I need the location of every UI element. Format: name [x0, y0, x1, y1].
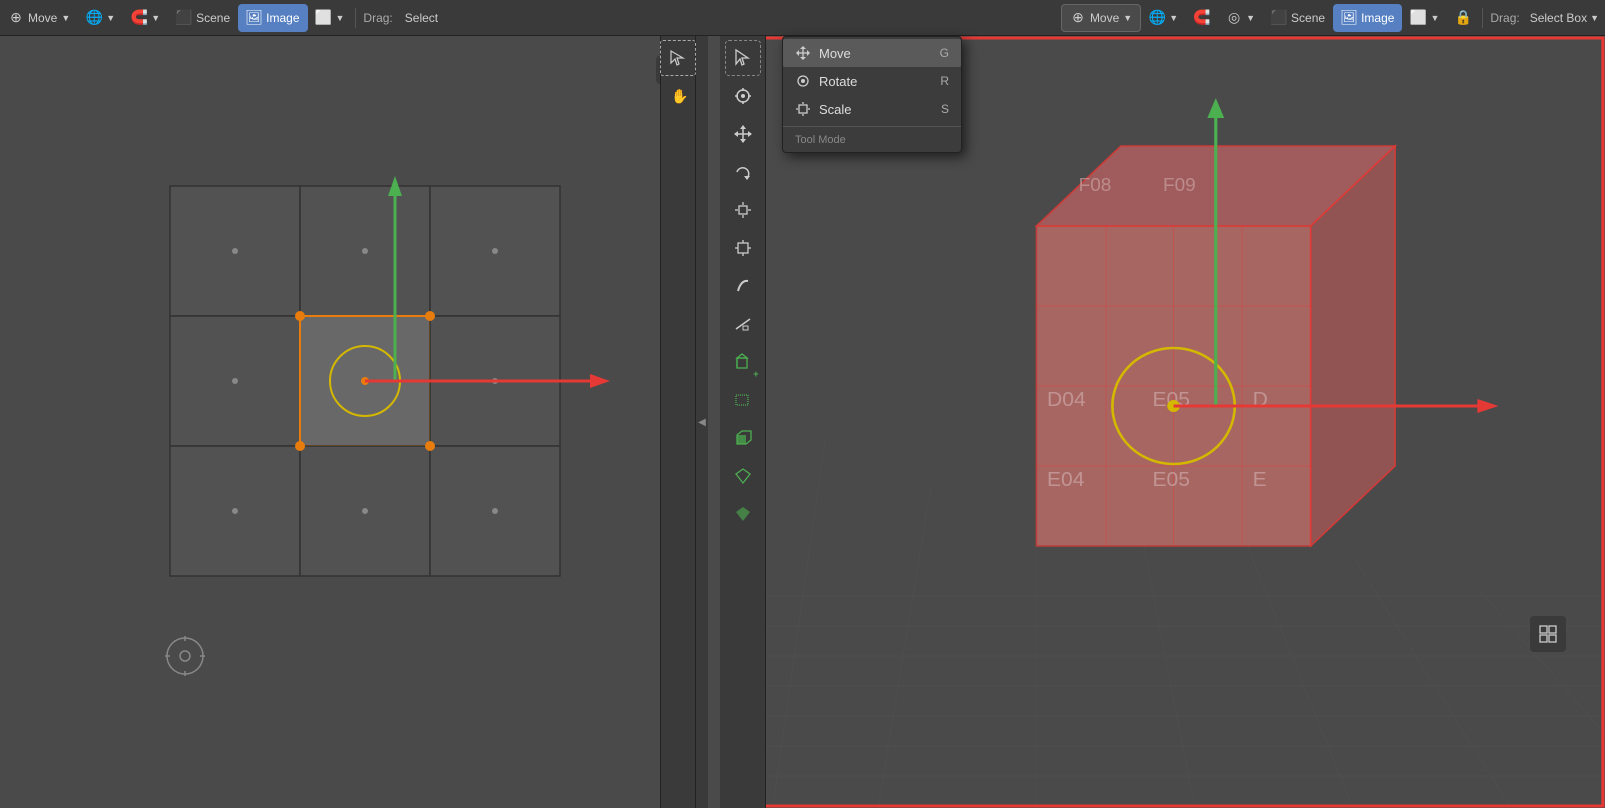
move-dropdown-right[interactable]: ⊕ Move ▼ [1061, 4, 1141, 32]
scale-tool-btn[interactable] [725, 192, 761, 228]
chevron-proportional-right: ▼ [1246, 13, 1255, 23]
proprtional-btn-right[interactable]: ◎ ▼ [1218, 4, 1263, 32]
box-select-tool-btn[interactable] [725, 382, 761, 418]
scene-icon-left: ⬛ [176, 10, 192, 26]
select-label-left: Select [405, 11, 438, 25]
overlay-btn-left[interactable]: ⬜ ▼ [308, 4, 353, 32]
image-icon-left: 🖼 [246, 10, 262, 26]
svg-text:E: E [1253, 468, 1267, 490]
chevron-down-icon-globe-right: ▼ [1169, 13, 1178, 23]
select-btn-left[interactable]: Select [397, 4, 446, 32]
global-mode-right[interactable]: 🌐 ▼ [1141, 4, 1186, 32]
left-viewport: + [0, 36, 720, 808]
svg-text:D: D [1253, 388, 1268, 410]
separator-2 [1482, 8, 1483, 28]
side-toolbar: + [720, 36, 766, 808]
svg-text:E05: E05 [1152, 468, 1190, 490]
dropdown-rotate-shortcut: R [940, 74, 949, 88]
chevron-down-icon-snap-left: ▼ [151, 13, 160, 23]
snap-btn-left[interactable]: 🧲 ▼ [123, 4, 168, 32]
overlay-icon-right: ⬜ [1410, 10, 1426, 26]
move-dropdown-left[interactable]: ⊕ Move ▼ [0, 4, 78, 32]
lock-icon-right: 🔒 [1455, 10, 1471, 26]
proportional-icon-right: ◎ [1226, 10, 1242, 26]
globe-icon-left: 🌐 [86, 10, 102, 26]
dropdown-rotate-item[interactable]: Rotate R [783, 67, 961, 95]
snap-btn-right[interactable]: 🧲 [1186, 4, 1218, 32]
scene-btn-right[interactable]: ⬛ Scene [1263, 4, 1333, 32]
overlay-btn-right[interactable]: ⬜ ▼ [1402, 4, 1447, 32]
dropdown-move-left: Move [795, 45, 851, 61]
dropdown-scale-label: Scale [819, 102, 852, 117]
annotate-tool-btn[interactable] [725, 268, 761, 304]
grid-overlay-btn[interactable] [1530, 616, 1566, 652]
chevron-select-box: ▼ [1590, 13, 1599, 23]
svg-text:F09: F09 [1163, 174, 1196, 194]
svg-text:D04: D04 [1047, 388, 1086, 410]
top-toolbar: ⊕ Move ▼ 🌐 ▼ 🧲 ▼ ⬛ Scene 🖼 Image ⬜ ▼ Dra… [0, 0, 1605, 36]
dropdown-rotate-left: Rotate [795, 73, 857, 89]
move-dropdown-menu: Move G Rotate R Scale S [782, 36, 962, 153]
rotate-tool-btn[interactable] [725, 154, 761, 190]
dropdown-move-item[interactable]: Move G [783, 39, 961, 67]
rotate-dropdown-icon [795, 73, 811, 89]
dropdown-separator [783, 126, 961, 127]
transform-tool-btn[interactable] [725, 230, 761, 266]
chevron-down-icon-left: ▼ [61, 13, 70, 23]
scale-dropdown-icon [795, 101, 811, 117]
scene-btn-left[interactable]: ⬛ Scene [168, 4, 238, 32]
dropdown-scale-shortcut: S [941, 102, 949, 116]
chevron-down-icon-right: ▼ [1123, 13, 1132, 23]
uv-grid-canvas [0, 36, 720, 808]
move-tool-btn[interactable] [725, 116, 761, 152]
extra-tool-btn[interactable] [725, 496, 761, 532]
cursor-select-icon-left[interactable] [660, 40, 696, 76]
chevron-overlay-left: ▼ [336, 13, 345, 23]
global-mode-left[interactable]: 🌐 ▼ [78, 4, 123, 32]
select-cursor-tool[interactable] [725, 40, 761, 76]
dropdown-move-label: Move [819, 46, 851, 61]
svg-text:F08: F08 [1079, 174, 1112, 194]
image-icon-right: 🖼 [1341, 10, 1357, 26]
globe-icon-right: 🌐 [1149, 10, 1165, 26]
dropdown-move-shortcut: G [940, 46, 949, 60]
move-dropdown-icon [795, 45, 811, 61]
lock-btn-right[interactable]: 🔒 [1447, 4, 1479, 32]
image-btn-left[interactable]: 🖼 Image [238, 4, 307, 32]
image-btn-right[interactable]: 🖼 Image [1333, 4, 1402, 32]
dropdown-rotate-label: Rotate [819, 74, 857, 89]
magnet-icon-left: 🧲 [131, 10, 147, 26]
move-label-left: Move [28, 11, 57, 25]
separator-1 [355, 8, 356, 28]
grab-hand-icon-left[interactable]: ✋ [660, 78, 696, 114]
scene-icon-right: ⬛ [1271, 10, 1287, 26]
scene-label-left: Scene [196, 11, 230, 25]
dropdown-scale-item[interactable]: Scale S [783, 95, 961, 123]
chevron-overlay-right: ▼ [1430, 13, 1439, 23]
cursor-dot-tool[interactable] [725, 78, 761, 114]
select-box-btn[interactable]: Select Box ▼ [1524, 4, 1605, 32]
move-icon-left: ⊕ [8, 10, 24, 26]
image-label-left: Image [266, 11, 299, 25]
svg-text:✋: ✋ [671, 88, 687, 104]
dropdown-scale-left: Scale [795, 101, 852, 117]
dropdown-tool-mode-label: Tool Mode [783, 130, 961, 150]
move-icon-right: ⊕ [1070, 10, 1086, 26]
add-cube-tool-btn[interactable]: + [725, 344, 761, 380]
overlay-icon-left: ⬜ [316, 10, 332, 26]
drag-label-right: Drag: [1486, 11, 1523, 25]
scene-label-right: Scene [1291, 11, 1325, 25]
select-box-label: Select Box [1530, 11, 1587, 25]
gem-tool-btn[interactable] [725, 458, 761, 494]
measure-tool-btn[interactable] [725, 306, 761, 342]
image-label-right: Image [1361, 11, 1394, 25]
drag-label-left: Drag: [359, 11, 396, 25]
svg-text:E04: E04 [1047, 468, 1085, 490]
chevron-down-icon-globe-left: ▼ [106, 13, 115, 23]
cube-solid-tool-btn[interactable] [725, 420, 761, 456]
move-label-right: Move [1090, 11, 1119, 25]
snaptool-icon-right: 🧲 [1194, 10, 1210, 26]
